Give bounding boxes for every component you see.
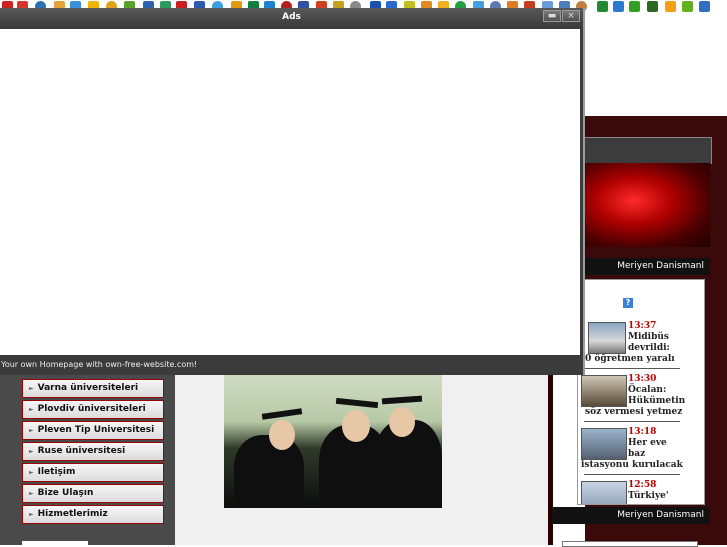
toolbar-icon[interactable] xyxy=(629,1,640,12)
dialog-footer-link[interactable]: Your own Homepage with own-free-website.… xyxy=(0,357,584,373)
info-icon[interactable]: ? xyxy=(623,298,633,308)
menu-item-pleven[interactable]: ► Pleven Tip Universitesi xyxy=(22,421,164,440)
news-title: istasyonu kurulacak xyxy=(581,460,683,470)
photo-cap xyxy=(335,397,379,409)
news-time: 13:30 xyxy=(628,374,657,384)
toolbar-icon[interactable] xyxy=(699,1,710,12)
header-strip xyxy=(583,137,712,164)
bullet-icon: ► xyxy=(29,448,34,455)
news-widget: ? 13:37 Midibüs devrildi: 0 öğretmen yar… xyxy=(577,279,705,505)
close-icon[interactable]: × xyxy=(562,10,580,22)
menu-item-ruse[interactable]: ► Ruse üniversitesi xyxy=(22,442,164,461)
menu-item-hizmetlerimiz[interactable]: ► Hizmetlerimiz xyxy=(22,505,164,524)
news-title: Midibüs xyxy=(628,332,669,342)
photo-face xyxy=(342,410,370,442)
bottom-widget xyxy=(562,541,698,547)
ads-content-area xyxy=(0,29,580,355)
left-footer-box xyxy=(22,541,88,545)
news-title: devrildi: xyxy=(628,343,670,353)
photo-cap xyxy=(381,395,423,405)
toolbar-icon[interactable] xyxy=(597,1,608,12)
news-time: 12:58 xyxy=(628,480,657,490)
photo-face xyxy=(389,407,415,437)
sidebar-menu: ► Varna üniversiteleri ► Plovdiv üniversit… xyxy=(22,379,164,526)
news-title: 0 öğretmen yaralı xyxy=(585,354,675,364)
news-title: Öcalan: xyxy=(628,385,667,395)
dialog-title: Ads xyxy=(0,8,583,27)
section-bar-bottom: Meriyen Danismanl xyxy=(552,507,710,524)
bullet-icon: ► xyxy=(29,427,34,434)
photo-face xyxy=(269,420,295,450)
bullet-icon: ► xyxy=(29,490,34,497)
menu-item-label: Ruse üniversitesi xyxy=(37,446,126,456)
menu-item-label: Varna üniversiteleri xyxy=(37,383,139,393)
news-title: baz xyxy=(628,449,646,459)
news-time: 13:37 xyxy=(628,321,657,331)
menu-item-label: Iletişim xyxy=(37,467,76,477)
section-bar-top: Meriyen Danismanl xyxy=(585,258,710,275)
menu-item-label: Plovdiv üniversiteleri xyxy=(37,404,146,414)
news-thumbnail xyxy=(588,322,626,354)
news-title: söz vermesi yetmez xyxy=(585,407,683,417)
bullet-icon: ► xyxy=(29,469,34,476)
news-title: Türkiye' xyxy=(628,491,669,501)
toolbar-icon[interactable] xyxy=(647,1,658,12)
photo-figure xyxy=(234,435,304,508)
news-title: Her eve xyxy=(628,438,667,448)
bullet-icon: ► xyxy=(29,406,34,413)
header-banner-image xyxy=(583,163,710,247)
menu-item-label: Pleven Tip Universitesi xyxy=(37,425,155,435)
bullet-icon: ► xyxy=(29,385,34,392)
menu-item-label: Bize Ulaşın xyxy=(37,488,94,498)
minimize-icon[interactable]: ▬ xyxy=(543,10,561,22)
menu-item-varna[interactable]: ► Varna üniversiteleri xyxy=(22,379,164,398)
menu-item-bize-ulasin[interactable]: ► Bize Ulaşın xyxy=(22,484,164,503)
toolbar-icon[interactable] xyxy=(613,1,624,12)
ads-dialog: Ads ▬ × Your own Homepage with own-free-… xyxy=(0,8,585,375)
bullet-icon: ► xyxy=(29,511,34,518)
news-separator xyxy=(584,368,680,369)
news-separator xyxy=(584,421,680,422)
toolbar-icon[interactable] xyxy=(665,1,676,12)
menu-item-iletisim[interactable]: ► Iletişim xyxy=(22,463,164,482)
news-thumbnail xyxy=(581,375,627,407)
news-separator xyxy=(584,474,680,475)
news-title: Hükümetin xyxy=(628,396,686,406)
graduates-photo xyxy=(224,375,442,508)
news-time: 13:18 xyxy=(628,427,657,437)
menu-item-plovdiv[interactable]: ► Plovdiv üniversiteleri xyxy=(22,400,164,419)
menu-item-label: Hizmetlerimiz xyxy=(37,509,108,519)
photo-cap xyxy=(261,408,303,420)
toolbar-icon[interactable] xyxy=(682,1,693,12)
news-thumbnail xyxy=(581,428,627,460)
news-thumbnail xyxy=(581,481,627,504)
